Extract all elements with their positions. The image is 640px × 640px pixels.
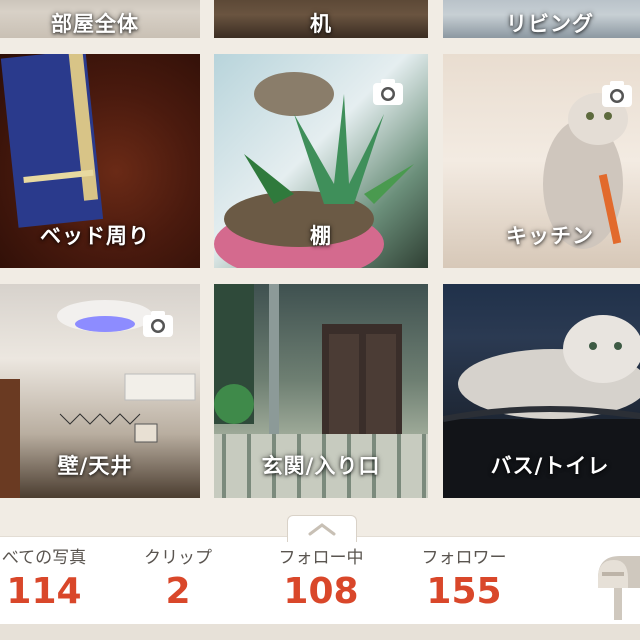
bottom-strip [0, 624, 640, 640]
stat-followers[interactable]: フォロワー 155 [404, 543, 524, 612]
stat-value: 155 [426, 571, 502, 612]
category-label: バス/トイレ [490, 454, 610, 478]
category-tile-entrance[interactable]: 玄関/入り口 [214, 284, 428, 498]
stat-value: 2 [165, 571, 191, 612]
stat-label: フォロー中 [278, 548, 364, 568]
category-label: 机 [310, 12, 332, 36]
camera-icon[interactable] [370, 74, 406, 110]
stat-value: 114 [6, 571, 82, 612]
stat-all-photos[interactable]: べての写真 114 [0, 543, 100, 612]
category-label: 部屋全体 [51, 12, 139, 36]
category-tile-living[interactable]: リビング [443, 0, 640, 38]
stat-following[interactable]: フォロー中 108 [262, 543, 380, 612]
pull-up-tab[interactable] [287, 515, 357, 542]
profile-stats-bar: べての写真 114 クリップ 2 フォロー中 108 フォロワー 155 [0, 536, 640, 625]
stat-label: フォロワー [421, 548, 507, 568]
category-label: 玄関/入り口 [261, 454, 381, 478]
stat-value: 108 [283, 571, 359, 612]
category-label: リビング [506, 12, 594, 36]
category-label: 壁/天井 [57, 454, 133, 478]
category-tile-bath[interactable]: バス/トイレ [443, 284, 640, 498]
stat-label: クリップ [144, 548, 212, 568]
mailbox-icon[interactable] [590, 548, 640, 620]
category-label: ベッド周り [40, 224, 150, 248]
category-tile-shelf[interactable]: 棚 [214, 54, 428, 268]
category-label: キッチン [506, 224, 594, 248]
room-categories-screen: 部屋全体 机 リビング ベッド周り 棚 キッチン 壁/天井 玄関/入り口 バス/… [0, 0, 640, 640]
camera-icon[interactable] [140, 306, 176, 342]
category-label: 棚 [310, 224, 332, 248]
category-tile-wall[interactable]: 壁/天井 [0, 284, 200, 498]
category-tile-desk[interactable]: 机 [214, 0, 428, 38]
category-tile-kitchen[interactable]: キッチン [443, 54, 640, 268]
category-tile-room[interactable]: 部屋全体 [0, 0, 200, 38]
stat-label: べての写真 [1, 548, 87, 568]
camera-icon[interactable] [599, 76, 635, 112]
category-tile-bed[interactable]: ベッド周り [0, 54, 200, 268]
stat-clips[interactable]: クリップ 2 [124, 543, 232, 612]
chevron-up-icon [308, 523, 336, 536]
